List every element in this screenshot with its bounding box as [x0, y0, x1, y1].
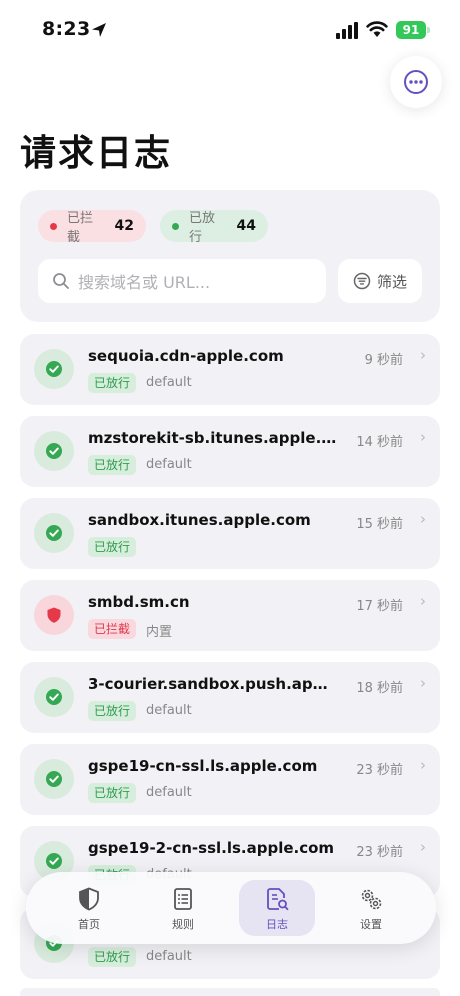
blocked-status-icon — [34, 595, 74, 635]
log-time: 14 秒前 — [356, 435, 403, 450]
wifi-icon — [366, 21, 388, 37]
check-circle-icon — [46, 443, 62, 459]
log-item[interactable]: sequoia.cdn-apple.com 9 秒前 › 已放行 default — [20, 334, 440, 405]
battery-indicator: 91 — [396, 21, 426, 39]
cellular-signal-icon — [336, 22, 358, 39]
tab-rules[interactable]: 规则 — [145, 880, 221, 936]
filter-icon — [353, 272, 371, 290]
chevron-right-icon: › — [420, 428, 426, 446]
more-options-button[interactable] — [390, 56, 442, 108]
blocked-count: 42 — [114, 218, 134, 234]
next-list-item-edge — [20, 988, 440, 996]
allowed-status-icon — [34, 349, 74, 389]
log-rule: default — [146, 457, 192, 472]
ellipsis-circle-icon — [404, 70, 428, 94]
log-time: 23 秒前 — [356, 763, 403, 778]
log-domain: 3-courier.sandbox.push.apple.c... — [88, 675, 338, 693]
shield-icon — [79, 887, 99, 911]
chevron-right-icon: › — [420, 838, 426, 856]
log-rule: default — [146, 785, 192, 800]
shield-blocked-icon — [47, 607, 61, 623]
log-time: 9 秒前 — [364, 353, 403, 368]
filter-card: 已拦截 42 已放行 44 搜索域名或 URL... 筛选 — [20, 190, 440, 322]
blocked-dot-icon — [50, 222, 57, 230]
status-badge: 已放行 — [88, 701, 137, 721]
rules-icon — [174, 888, 192, 910]
location-arrow-icon — [92, 23, 106, 37]
chevron-right-icon: › — [420, 510, 426, 528]
chevron-right-icon: › — [420, 674, 426, 692]
allowed-status-icon — [34, 677, 74, 717]
search-placeholder: 搜索域名或 URL... — [78, 273, 211, 292]
log-icon — [267, 888, 289, 911]
filter-button-label: 筛选 — [376, 272, 407, 291]
log-rule: 内置 — [146, 625, 173, 640]
status-bar: 8:23 91 — [0, 0, 460, 60]
page-title: 请求日志 — [20, 133, 173, 174]
allowed-dot-icon — [172, 222, 179, 230]
log-rule: default — [146, 375, 192, 390]
tab-label: 首页 — [78, 918, 100, 931]
tab-label: 设置 — [360, 918, 382, 931]
chevron-right-icon: › — [420, 592, 426, 610]
check-circle-icon — [46, 689, 62, 705]
log-time: 18 秒前 — [356, 681, 403, 696]
status-badge: 已放行 — [88, 455, 137, 475]
check-circle-icon — [46, 771, 62, 787]
log-item[interactable]: mzstorekit-sb.itunes.apple.com 14 秒前 › 已… — [20, 416, 440, 487]
blocked-label: 已拦截 — [67, 211, 94, 245]
tab-label: 规则 — [172, 918, 194, 931]
check-circle-icon — [46, 525, 62, 541]
tab-settings[interactable]: 设置 — [333, 880, 409, 936]
allowed-count-pill[interactable]: 已放行 44 — [160, 210, 268, 245]
tab-bar: 首页 规则 日志 设置 — [26, 872, 436, 944]
allowed-label: 已放行 — [189, 211, 216, 245]
status-time: 8:23 — [42, 18, 91, 40]
settings-icon — [361, 889, 382, 910]
tab-label: 日志 — [266, 918, 288, 931]
search-icon — [53, 273, 69, 289]
search-input[interactable]: 搜索域名或 URL... — [38, 259, 326, 303]
check-circle-icon — [46, 853, 62, 869]
status-badge: 已拦截 — [88, 619, 137, 639]
log-domain: gspe19-2-cn-ssl.ls.apple.com — [88, 839, 335, 857]
chevron-right-icon: › — [420, 346, 426, 364]
log-rule: default — [146, 949, 192, 964]
log-item[interactable]: smbd.sm.cn 17 秒前 › 已拦截 内置 — [20, 580, 440, 651]
allowed-status-icon — [34, 513, 74, 553]
status-badge: 已放行 — [88, 537, 137, 557]
blocked-count-pill[interactable]: 已拦截 42 — [38, 210, 146, 245]
log-domain: sequoia.cdn-apple.com — [88, 347, 284, 365]
log-time: 15 秒前 — [356, 517, 403, 532]
log-domain: sandbox.itunes.apple.com — [88, 511, 311, 529]
status-badge: 已放行 — [88, 947, 137, 967]
allowed-status-icon — [34, 431, 74, 471]
allowed-status-icon — [34, 759, 74, 799]
tab-home[interactable]: 首页 — [51, 880, 127, 936]
allowed-count: 44 — [236, 218, 256, 234]
log-domain: mzstorekit-sb.itunes.apple.com — [88, 429, 338, 447]
tab-logs[interactable]: 日志 — [239, 880, 315, 936]
status-badge: 已放行 — [88, 373, 137, 393]
chevron-right-icon: › — [420, 756, 426, 774]
log-domain: gspe19-cn-ssl.ls.apple.com — [88, 757, 318, 775]
log-item[interactable]: sandbox.itunes.apple.com 15 秒前 › 已放行 — [20, 498, 440, 569]
log-domain: smbd.sm.cn — [88, 593, 190, 611]
log-time: 23 秒前 — [356, 845, 403, 860]
log-rule: default — [146, 703, 192, 718]
check-circle-icon — [46, 361, 62, 377]
battery-tip — [427, 27, 430, 33]
log-item[interactable]: 3-courier.sandbox.push.apple.c... 18 秒前 … — [20, 662, 440, 733]
filter-button[interactable]: 筛选 — [338, 259, 422, 303]
status-badge: 已放行 — [88, 783, 137, 803]
log-item[interactable]: gspe19-cn-ssl.ls.apple.com 23 秒前 › 已放行 d… — [20, 744, 440, 815]
log-time: 17 秒前 — [356, 599, 403, 614]
